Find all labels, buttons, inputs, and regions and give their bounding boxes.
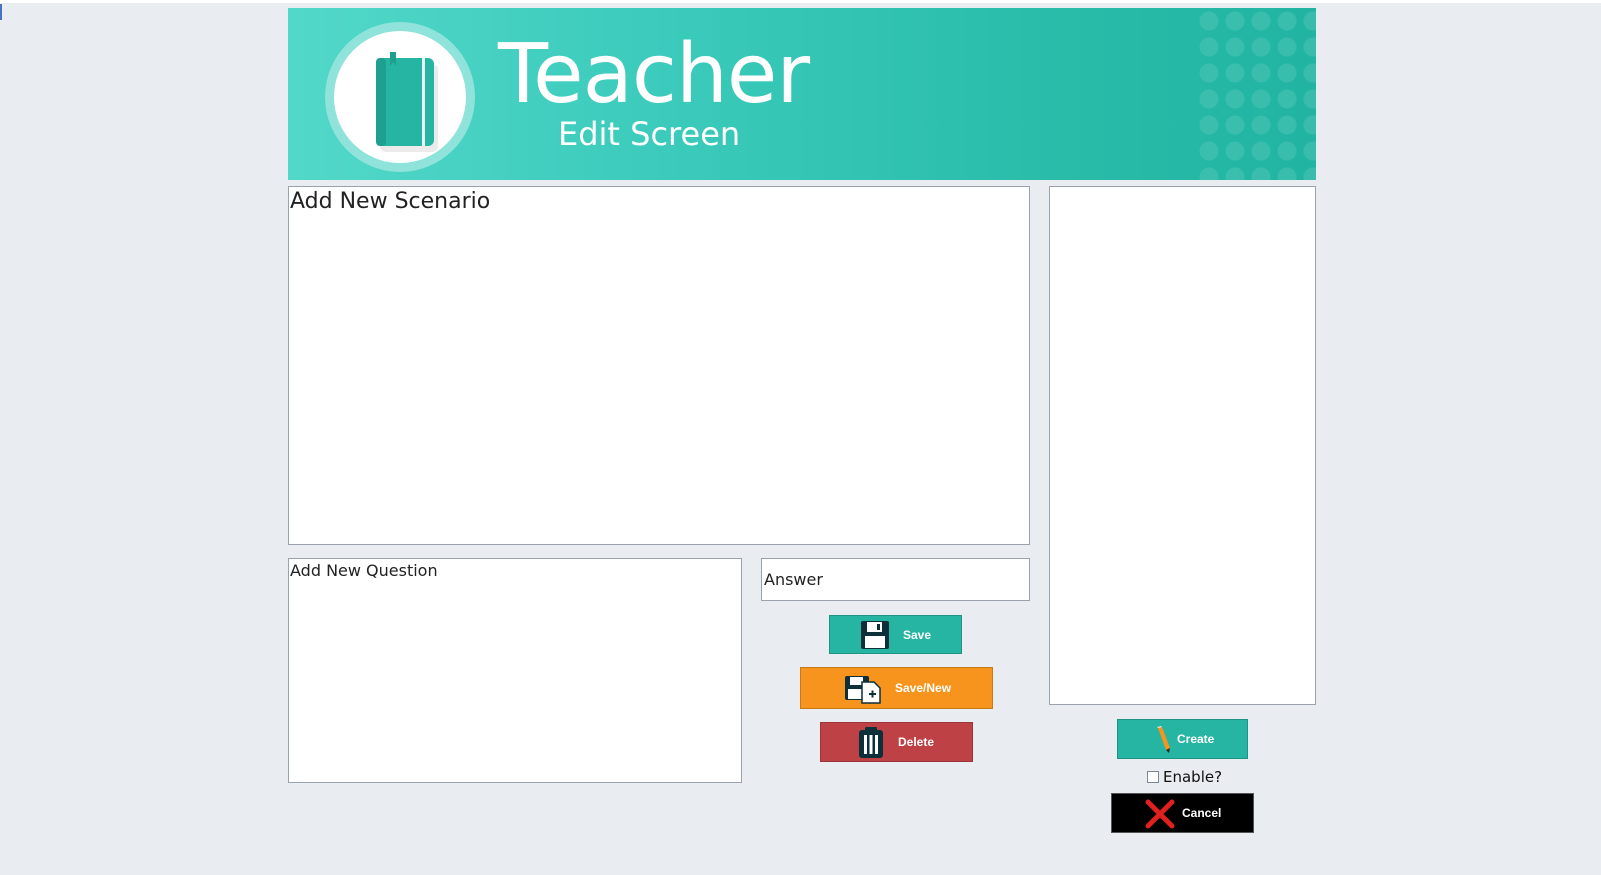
scenario-list-panel[interactable] (1049, 186, 1316, 705)
delete-button[interactable]: Delete (820, 722, 973, 762)
book-icon (376, 52, 438, 152)
window-top-strip (0, 0, 1601, 3)
enable-checkbox-label: Enable? (1163, 768, 1223, 786)
cancel-button[interactable]: Cancel (1111, 793, 1254, 833)
cancel-button-label: Cancel (1182, 806, 1222, 820)
close-icon (1145, 799, 1175, 829)
window-corner-mark (0, 4, 2, 20)
answer-input[interactable] (761, 558, 1030, 601)
create-button-label: Create (1177, 732, 1215, 746)
save-new-button[interactable]: Save/New (800, 667, 993, 709)
trash-icon (859, 727, 883, 758)
save-button[interactable]: Save (829, 615, 962, 654)
page-subtitle: Edit Screen (558, 115, 741, 153)
enable-row: Enable? (1147, 767, 1222, 787)
pencil-icon (1157, 726, 1170, 753)
create-button[interactable]: Create (1117, 719, 1248, 759)
floppy-disk-icon (861, 621, 889, 649)
save-new-icon (845, 676, 881, 704)
save-new-button-label: Save/New (895, 681, 952, 695)
page-title: Teacher (498, 27, 810, 122)
header-banner: Teacher Edit Screen (288, 8, 1316, 180)
scenario-textarea[interactable]: Add New Scenario (288, 186, 1030, 545)
save-button-label: Save (903, 627, 932, 642)
header-dot-pattern (1196, 8, 1316, 180)
question-textarea[interactable]: Add New Question (288, 558, 742, 783)
enable-checkbox[interactable] (1147, 771, 1159, 783)
delete-button-label: Delete (898, 735, 935, 749)
